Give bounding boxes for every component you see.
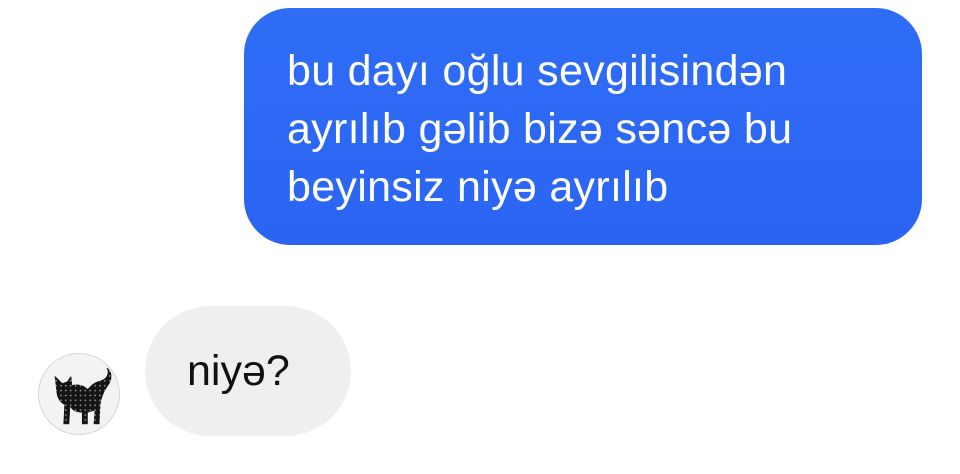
avatar[interactable] — [38, 353, 120, 435]
incoming-message-text: niyə? — [187, 347, 290, 395]
outgoing-message-line: beyinsiz niyə ayrılıb — [287, 163, 669, 211]
outgoing-message-line: ayrılıb gəlib bizə səncə bu — [287, 105, 793, 153]
incoming-message-bubble[interactable]: niyə? — [145, 306, 351, 436]
black-cat-icon — [54, 367, 112, 425]
outgoing-message-bubble[interactable]: bu dayı oğlu sevgilisindən ayrılıb gəlib… — [244, 8, 922, 245]
chat-thread: bu dayı oğlu sevgilisindən ayrılıb gəlib… — [0, 0, 960, 474]
outgoing-message-line: bu dayı oğlu sevgilisindən — [287, 47, 788, 95]
